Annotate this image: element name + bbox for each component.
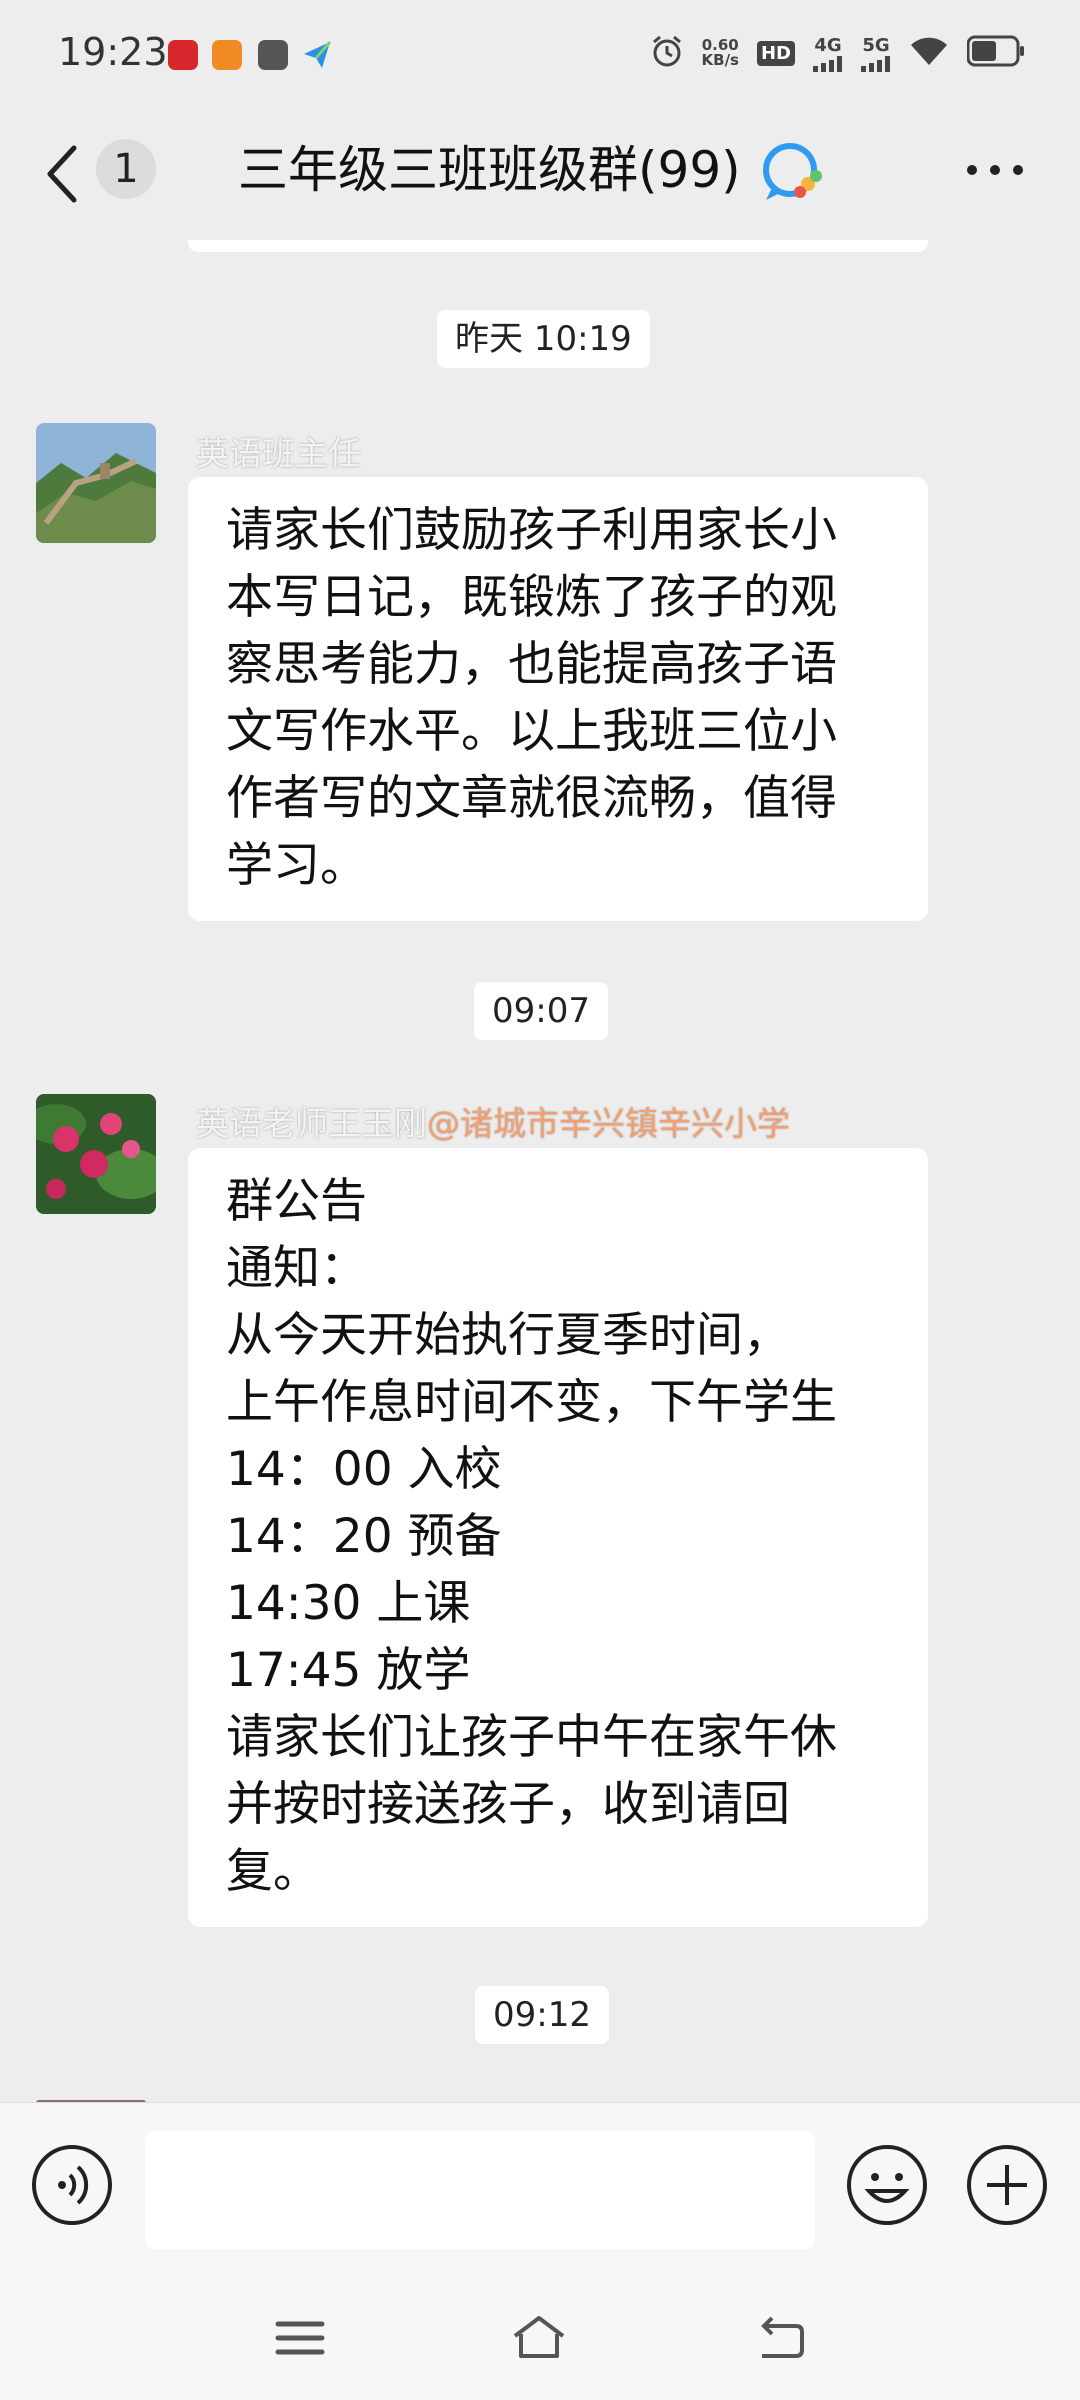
battery-icon xyxy=(966,35,1025,71)
message-timestamp: 09:12 xyxy=(475,1986,609,2044)
message-text-line: 17:45 放学 xyxy=(226,1643,471,1698)
system-navigation-bar xyxy=(0,2272,1080,2400)
hd-icon: HD xyxy=(756,40,795,66)
message-text-line: 作者写的文章就很流畅，值得 xyxy=(226,771,837,826)
page-title: 三年级三班班级群(99) xyxy=(238,141,741,199)
unread-count-badge[interactable]: 1 xyxy=(96,139,156,199)
message-text-line: 文写作水平。以上我班三位小 xyxy=(226,704,837,759)
avatar[interactable] xyxy=(36,423,156,543)
message-text-line: 请家长们鼓励孩子利用家长小 xyxy=(226,503,837,558)
net-speed: 0.60 KB/s xyxy=(701,36,739,69)
chat-header: 1 三年级三班班级群(99) xyxy=(0,110,1080,240)
5g-signal-icon: 5G xyxy=(861,35,891,72)
back-icon[interactable] xyxy=(752,2312,808,2364)
menu-icon[interactable] xyxy=(272,2312,328,2364)
app-notification-icon-3 xyxy=(258,40,288,70)
app-notification-icon-2 xyxy=(212,40,242,70)
message-text-line: 上午作息时间不变，下午学生 xyxy=(226,1375,837,1430)
message-text-line: 复。 xyxy=(226,1844,320,1899)
alarm-icon xyxy=(650,34,684,72)
message-timestamp: 09:07 xyxy=(474,982,608,1040)
app-notification-icon-1 xyxy=(168,40,198,70)
message-input[interactable] xyxy=(145,2131,815,2249)
message-text-line: 通知： xyxy=(226,1241,367,1296)
message-sender: 英语班主任 xyxy=(196,434,361,473)
avatar[interactable] xyxy=(36,1094,156,1214)
group-announcement-bubble[interactable]: 群公告 通知： 从今天开始执行夏季时间， 上午作息时间不变，下午学生 14：00… xyxy=(188,1148,928,1927)
home-icon[interactable] xyxy=(511,2312,567,2364)
message-text-line: 从今天开始执行夏季时间， xyxy=(226,1308,790,1363)
emoji-icon[interactable] xyxy=(845,2143,929,2227)
message-sender: 英语老师王玉刚@诸城市辛兴镇辛兴小学 xyxy=(196,1104,790,1143)
message-timestamp: 昨天 10:19 xyxy=(437,310,650,368)
message-text-line: 14：00 入校 xyxy=(226,1442,502,1497)
message-bubble[interactable]: 请家长们鼓励孩子利用家长小 本写日记，既锻炼了孩子的观 察思考能力，也能提高孩子… xyxy=(188,477,928,921)
message-input-bar xyxy=(0,2102,1080,2273)
message-text-line: 并按时接送孩子，收到请回 xyxy=(226,1777,790,1832)
voice-icon[interactable] xyxy=(30,2143,114,2227)
4g-signal-icon: 4G xyxy=(813,35,843,72)
message-text-line: 请家长们让孩子中午在家午休 xyxy=(226,1710,837,1765)
back-arrow-icon[interactable] xyxy=(40,138,90,210)
group-chat-icon[interactable] xyxy=(760,140,826,206)
status-time: 19:23 xyxy=(58,30,168,74)
chat-message-list[interactable]: 昨天 10:19 英语班主任 请家长们鼓励孩子利用家长小 本写日记，既锻炼了孩子… xyxy=(0,240,1080,2102)
more-options-icon[interactable] xyxy=(960,150,1030,190)
message-text-line: 察思考能力，也能提高孩子语 xyxy=(226,637,837,692)
wifi-icon xyxy=(909,35,949,71)
message-text-line: 14：20 预备 xyxy=(226,1509,502,1564)
message-text-line: 14:30 上课 xyxy=(226,1576,471,1631)
message-text-line: 群公告 xyxy=(226,1174,367,1229)
app-notification-icon-4 xyxy=(302,40,332,70)
status-bar: 19:23 0.60 KB/s HD 4G 5G xyxy=(0,0,1080,110)
message-text-line: 本写日记，既锻炼了孩子的观 xyxy=(226,570,837,625)
plus-icon[interactable] xyxy=(965,2143,1049,2227)
previous-message-bubble xyxy=(188,240,928,252)
message-text-line: 学习。 xyxy=(226,838,367,893)
